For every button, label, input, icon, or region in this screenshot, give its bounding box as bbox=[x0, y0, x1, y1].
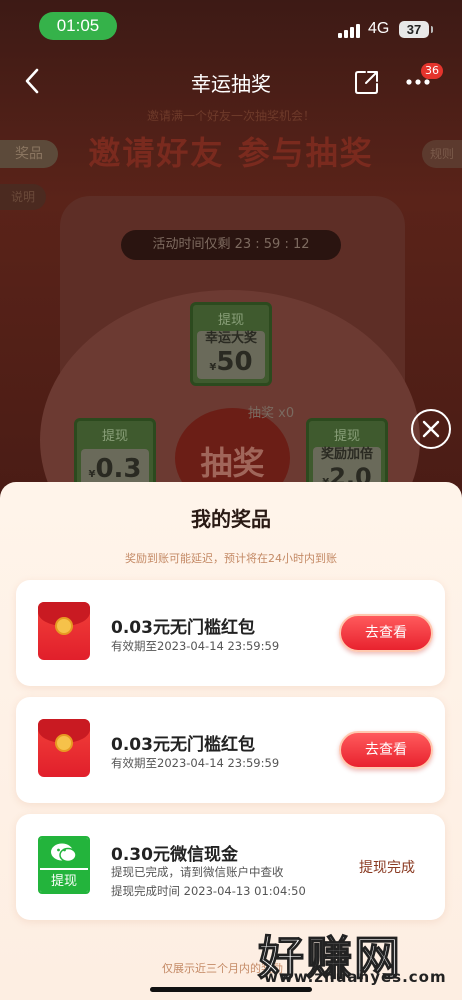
withdraw-status-line: 提现已完成，请到微信账户中查收 bbox=[111, 865, 284, 879]
draw-count: 抽奖 x0 bbox=[248, 406, 295, 421]
network-type: 4G bbox=[368, 20, 390, 37]
sheet-title: 我的奖品 bbox=[191, 507, 271, 531]
red-envelope-icon bbox=[38, 719, 90, 777]
signal-icon bbox=[338, 24, 360, 38]
prize-card: 提现 0.30元微信现金 提现已完成，请到微信账户中查收 提现完成时间 2023… bbox=[16, 814, 445, 920]
activity-timer: 活动时间仅剩 23 : 59 : 12 bbox=[121, 230, 341, 260]
close-icon bbox=[422, 420, 440, 438]
prize-name: 0.03元无门槛红包 bbox=[111, 735, 255, 755]
battery-icon: 37 bbox=[399, 21, 433, 38]
withdraw-complete-status: 提现完成 bbox=[359, 860, 415, 876]
prizes-side-tab: 奖品 bbox=[0, 140, 58, 168]
grand-prize-card: 提现 幸运大奖 ¥50 bbox=[190, 302, 272, 386]
arrival-note: 奖励到账可能延迟，预计将在24小时内到账 bbox=[125, 552, 337, 565]
prize-name: 0.30元微信现金 bbox=[111, 845, 238, 865]
view-prize-button[interactable]: 去查看 bbox=[339, 614, 433, 652]
view-prize-button[interactable]: 去查看 bbox=[339, 731, 433, 769]
status-time: 01:05 bbox=[39, 12, 117, 40]
grand-prize-value: 50 bbox=[216, 347, 253, 377]
left-prize-value: 0.3 bbox=[95, 454, 142, 484]
notification-badge: 36 bbox=[421, 63, 443, 79]
prize-expiry: 有效期至2023-04-14 23:59:59 bbox=[111, 639, 280, 653]
watermark-url: www.zhuanyes.com bbox=[264, 968, 447, 986]
description-side-tab: 说明 bbox=[0, 184, 46, 210]
close-sheet-button[interactable] bbox=[411, 409, 451, 449]
grand-prize-head: 提现 bbox=[217, 313, 244, 328]
prize-card: 0.03元无门槛红包 有效期至2023-04-14 23:59:59 去查看 bbox=[16, 697, 445, 803]
withdraw-badge-label: 提现 bbox=[40, 868, 88, 892]
invite-subtitle: 邀请满一个好友一次抽奖机会！ bbox=[146, 109, 315, 123]
withdraw-time-line: 提现完成时间 2023-04-13 01:04:50 bbox=[111, 884, 306, 898]
invite-headline: 邀请好友 参与抽奖 bbox=[88, 134, 374, 172]
rules-side-tab: 规则 bbox=[422, 140, 462, 168]
home-indicator bbox=[150, 987, 312, 992]
share-icon[interactable] bbox=[354, 69, 380, 95]
prize-name: 0.03元无门槛红包 bbox=[111, 618, 255, 638]
red-envelope-icon bbox=[38, 602, 90, 660]
grand-prize-label: 幸运大奖 bbox=[204, 331, 257, 346]
wechat-cash-icon: 提现 bbox=[38, 836, 90, 894]
right-prize-label: 奖励加倍 bbox=[320, 447, 373, 462]
prize-card: 0.03元无门槛红包 有效期至2023-04-14 23:59:59 去查看 bbox=[16, 580, 445, 686]
left-prize-head: 提现 bbox=[101, 429, 128, 444]
back-icon[interactable] bbox=[20, 66, 46, 96]
right-prize-head: 提现 bbox=[333, 429, 360, 444]
prize-expiry: 有效期至2023-04-14 23:59:59 bbox=[111, 756, 280, 770]
page-title: 幸运抽奖 bbox=[191, 72, 271, 96]
